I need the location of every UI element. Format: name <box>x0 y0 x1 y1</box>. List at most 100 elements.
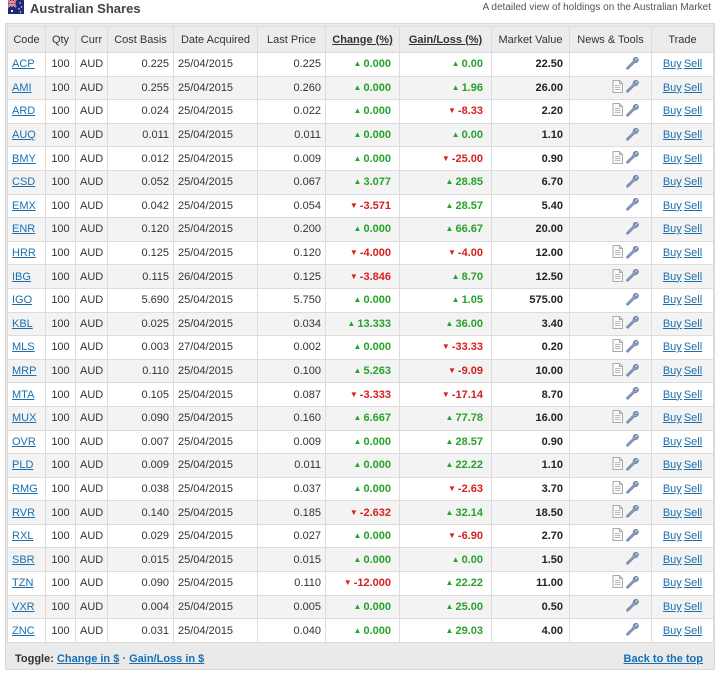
sell-link[interactable]: Sell <box>684 153 702 165</box>
sell-link[interactable]: Sell <box>684 577 702 589</box>
wrench-tools-icon[interactable] <box>625 292 639 309</box>
buy-link[interactable]: Buy <box>663 625 682 637</box>
wrench-tools-icon[interactable] <box>625 410 639 427</box>
wrench-tools-icon[interactable] <box>625 197 639 214</box>
buy-link[interactable]: Buy <box>663 577 682 589</box>
sell-link[interactable]: Sell <box>684 129 702 141</box>
stock-code-link[interactable]: SBR <box>12 554 35 566</box>
stock-code-link[interactable]: ACP <box>12 58 35 70</box>
stock-code-link[interactable]: CSD <box>12 176 35 188</box>
sell-link[interactable]: Sell <box>684 483 702 495</box>
buy-link[interactable]: Buy <box>663 412 682 424</box>
sell-link[interactable]: Sell <box>684 58 702 70</box>
toggle-change-dollars-link[interactable]: Change in $ <box>57 653 119 665</box>
news-document-icon[interactable] <box>612 480 623 497</box>
stock-code-link[interactable]: MLS <box>12 341 35 353</box>
buy-link[interactable]: Buy <box>663 129 682 141</box>
wrench-tools-icon[interactable] <box>625 315 639 332</box>
news-document-icon[interactable] <box>612 504 623 521</box>
stock-code-link[interactable]: OVR <box>12 436 36 448</box>
back-to-top-link[interactable]: Back to the top <box>624 653 703 665</box>
wrench-tools-icon[interactable] <box>625 480 639 497</box>
sell-link[interactable]: Sell <box>684 176 702 188</box>
buy-link[interactable]: Buy <box>663 530 682 542</box>
wrench-tools-icon[interactable] <box>625 551 639 568</box>
sell-link[interactable]: Sell <box>684 294 702 306</box>
stock-code-link[interactable]: RMG <box>12 483 38 495</box>
buy-link[interactable]: Buy <box>663 82 682 94</box>
stock-code-link[interactable]: ARD <box>12 105 35 117</box>
sell-link[interactable]: Sell <box>684 341 702 353</box>
news-document-icon[interactable] <box>612 457 623 473</box>
buy-link[interactable]: Buy <box>663 153 682 165</box>
news-document-icon[interactable] <box>612 315 623 332</box>
stock-code-link[interactable]: TZN <box>12 577 33 589</box>
sell-link[interactable]: Sell <box>684 459 702 471</box>
sell-link[interactable]: Sell <box>684 105 702 117</box>
wrench-tools-icon[interactable] <box>625 598 639 615</box>
stock-code-link[interactable]: MUX <box>12 412 36 424</box>
sell-link[interactable]: Sell <box>684 507 702 519</box>
buy-link[interactable]: Buy <box>663 271 682 283</box>
wrench-tools-icon[interactable] <box>625 528 639 545</box>
news-document-icon[interactable] <box>612 575 623 591</box>
buy-link[interactable]: Buy <box>663 200 682 212</box>
buy-link[interactable]: Buy <box>663 459 682 471</box>
wrench-tools-icon[interactable] <box>625 622 639 639</box>
sell-link[interactable]: Sell <box>684 412 702 424</box>
news-document-icon[interactable] <box>612 103 623 119</box>
buy-link[interactable]: Buy <box>663 176 682 188</box>
sell-link[interactable]: Sell <box>684 223 702 235</box>
buy-link[interactable]: Buy <box>663 601 682 613</box>
news-document-icon[interactable] <box>612 245 623 261</box>
wrench-tools-icon[interactable] <box>625 363 639 380</box>
buy-link[interactable]: Buy <box>663 436 682 448</box>
wrench-tools-icon[interactable] <box>625 127 639 144</box>
sell-link[interactable]: Sell <box>684 554 702 566</box>
wrench-tools-icon[interactable] <box>625 56 639 73</box>
wrench-tools-icon[interactable] <box>625 245 639 262</box>
news-document-icon[interactable] <box>612 339 623 355</box>
buy-link[interactable]: Buy <box>663 483 682 495</box>
wrench-tools-icon[interactable] <box>625 457 639 474</box>
wrench-tools-icon[interactable] <box>625 433 639 450</box>
sell-link[interactable]: Sell <box>684 530 702 542</box>
stock-code-link[interactable]: AMI <box>12 82 32 94</box>
stock-code-link[interactable]: IBG <box>12 271 31 283</box>
buy-link[interactable]: Buy <box>663 223 682 235</box>
sell-link[interactable]: Sell <box>684 200 702 212</box>
stock-code-link[interactable]: MRP <box>12 365 36 377</box>
sell-link[interactable]: Sell <box>684 365 702 377</box>
sell-link[interactable]: Sell <box>684 247 702 259</box>
news-document-icon[interactable] <box>612 268 623 285</box>
stock-code-link[interactable]: ENR <box>12 223 35 235</box>
buy-link[interactable]: Buy <box>663 507 682 519</box>
wrench-tools-icon[interactable] <box>625 174 639 191</box>
stock-code-link[interactable]: AUQ <box>12 129 36 141</box>
wrench-tools-icon[interactable] <box>625 386 639 403</box>
sell-link[interactable]: Sell <box>684 389 702 401</box>
wrench-tools-icon[interactable] <box>625 504 639 521</box>
sell-link[interactable]: Sell <box>684 436 702 448</box>
buy-link[interactable]: Buy <box>663 365 682 377</box>
wrench-tools-icon[interactable] <box>625 103 639 120</box>
sell-link[interactable]: Sell <box>684 601 702 613</box>
wrench-tools-icon[interactable] <box>625 575 639 592</box>
sell-link[interactable]: Sell <box>684 318 702 330</box>
buy-link[interactable]: Buy <box>663 318 682 330</box>
sell-link[interactable]: Sell <box>684 82 702 94</box>
wrench-tools-icon[interactable] <box>625 79 639 96</box>
column-header[interactable]: Change (%) <box>325 26 400 53</box>
news-document-icon[interactable] <box>612 528 623 544</box>
toggle-gain-loss-dollars-link[interactable]: Gain/Loss in $ <box>129 653 204 665</box>
buy-link[interactable]: Buy <box>663 389 682 401</box>
stock-code-link[interactable]: PLD <box>12 459 33 471</box>
news-document-icon[interactable] <box>612 79 623 96</box>
news-document-icon[interactable] <box>612 410 623 426</box>
stock-code-link[interactable]: BMY <box>12 153 36 165</box>
news-document-icon[interactable] <box>612 363 623 379</box>
sell-link[interactable]: Sell <box>684 271 702 283</box>
wrench-tools-icon[interactable] <box>625 221 639 238</box>
column-header[interactable]: Gain/Loss (%) <box>399 26 492 53</box>
stock-code-link[interactable]: ZNC <box>12 625 35 637</box>
